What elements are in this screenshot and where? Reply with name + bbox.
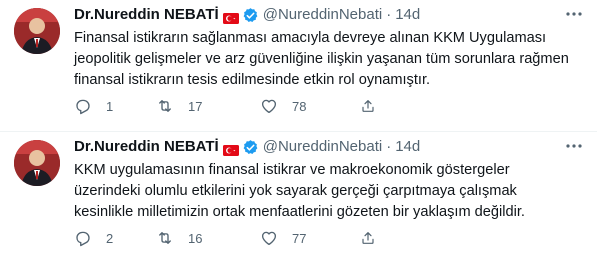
tweet-actions: 1 17 78 bbox=[74, 96, 390, 116]
more-options-icon[interactable] bbox=[565, 139, 583, 153]
heart-icon bbox=[261, 231, 277, 246]
tweet-actions: 2 16 77 bbox=[74, 228, 390, 248]
tweet-header: Dr.Nureddin NEBATİ @NureddinNebati · 14d bbox=[74, 137, 583, 157]
author-handle[interactable]: @NureddinNebati bbox=[263, 5, 382, 25]
like-button[interactable]: 78 bbox=[260, 97, 360, 115]
tweet[interactable]: Dr.Nureddin NEBATİ @NureddinNebati · 14d… bbox=[0, 132, 597, 265]
reply-button[interactable]: 1 bbox=[74, 97, 156, 115]
share-icon bbox=[362, 232, 374, 244]
turkey-flag-icon bbox=[222, 10, 239, 24]
timestamp[interactable]: 14d bbox=[395, 137, 420, 157]
heart-icon bbox=[261, 99, 277, 114]
retweet-count: 16 bbox=[188, 230, 203, 246]
reply-icon bbox=[76, 99, 90, 115]
tweet[interactable]: Dr.Nureddin NEBATİ @NureddinNebati · 14d… bbox=[0, 0, 597, 132]
author-name[interactable]: Dr.Nureddin NEBATİ bbox=[74, 5, 219, 25]
retweet-count: 17 bbox=[188, 98, 203, 114]
tweet-header: Dr.Nureddin NEBATİ @NureddinNebati · 14d bbox=[74, 5, 583, 25]
tweet-text: Finansal istikrarın sağlanması amacıyla … bbox=[74, 30, 569, 88]
separator-dot: · bbox=[386, 138, 392, 155]
turkey-flag-icon bbox=[222, 142, 239, 156]
verified-badge-icon bbox=[242, 139, 259, 156]
author-name[interactable]: Dr.Nureddin NEBATİ bbox=[74, 137, 219, 157]
share-button[interactable] bbox=[360, 97, 390, 115]
tweet-body: Dr.Nureddin NEBATİ @NureddinNebati · 14d… bbox=[74, 137, 583, 223]
reply-button[interactable]: 2 bbox=[74, 229, 156, 247]
like-button[interactable]: 77 bbox=[260, 229, 360, 247]
tweet-feed: Dr.Nureddin NEBATİ @NureddinNebati · 14d… bbox=[0, 0, 597, 265]
share-button[interactable] bbox=[360, 229, 390, 247]
share-icon bbox=[362, 100, 374, 112]
tweet-body: Dr.Nureddin NEBATİ @NureddinNebati · 14d… bbox=[74, 5, 583, 91]
timestamp[interactable]: 14d bbox=[395, 5, 420, 25]
verified-badge-icon bbox=[242, 7, 259, 24]
reply-count: 2 bbox=[106, 230, 114, 246]
retweet-icon bbox=[159, 232, 171, 244]
avatar[interactable] bbox=[14, 8, 60, 54]
separator-dot: · bbox=[386, 6, 392, 23]
tweet-text: KKM uygulamasının finansal istikrar ve m… bbox=[74, 162, 525, 220]
reply-icon bbox=[76, 231, 90, 247]
like-count: 78 bbox=[292, 98, 307, 114]
retweet-icon bbox=[159, 100, 171, 112]
retweet-button[interactable]: 16 bbox=[156, 229, 260, 247]
avatar[interactable] bbox=[14, 140, 60, 186]
reply-count: 1 bbox=[106, 98, 114, 114]
more-options-icon[interactable] bbox=[565, 7, 583, 21]
like-count: 77 bbox=[292, 230, 307, 246]
author-handle[interactable]: @NureddinNebati bbox=[263, 137, 382, 157]
retweet-button[interactable]: 17 bbox=[156, 97, 260, 115]
